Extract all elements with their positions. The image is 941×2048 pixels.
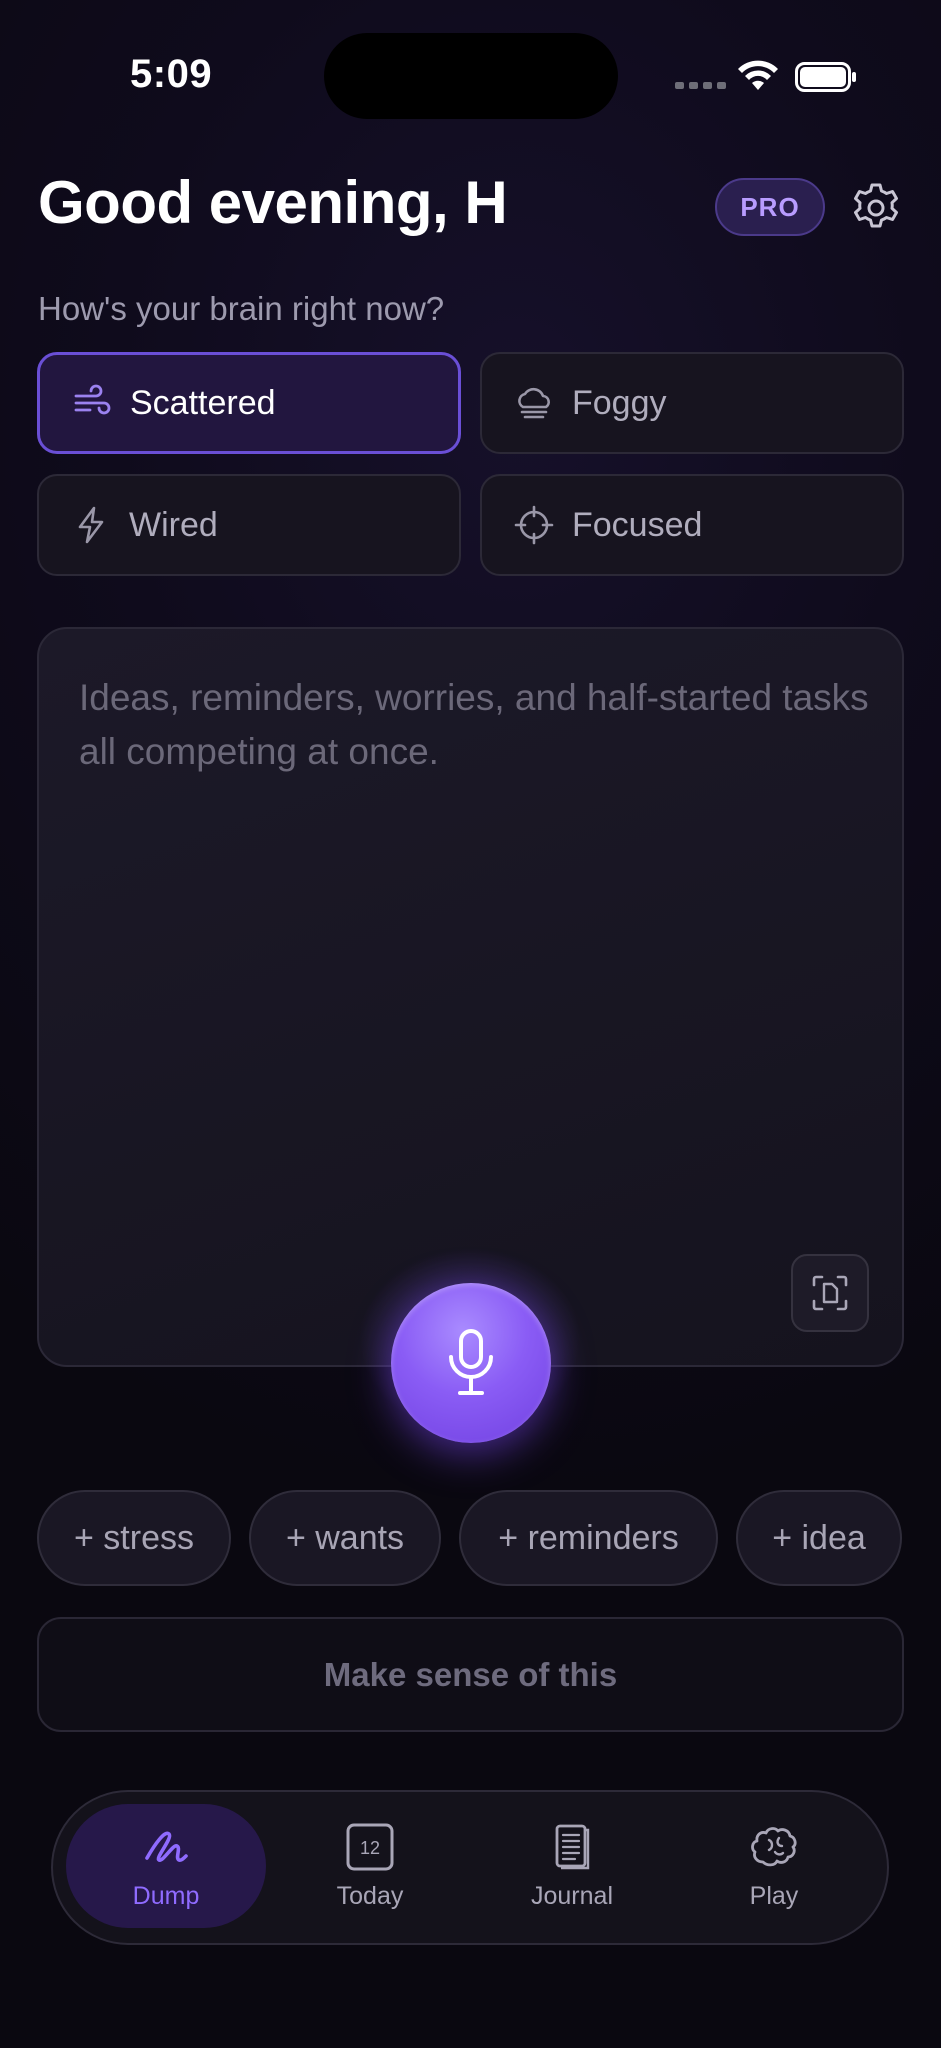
cloud-fog-icon <box>518 387 550 419</box>
chip-wants[interactable]: + wants <box>249 1490 441 1586</box>
greeting-title: Good evening, H <box>38 169 508 236</box>
mood-label: Focused <box>572 505 703 544</box>
tab-play[interactable]: Play <box>674 1804 874 1928</box>
dynamic-island <box>324 33 618 119</box>
tab-label: Play <box>749 1881 799 1910</box>
mood-option-foggy[interactable]: Foggy <box>480 352 904 454</box>
scan-document-button[interactable] <box>791 1254 869 1332</box>
mood-option-scattered[interactable]: Scattered <box>37 352 461 454</box>
battery-icon <box>795 62 856 92</box>
mood-option-focused[interactable]: Focused <box>480 474 904 576</box>
calendar-day: 12 <box>360 1838 380 1858</box>
wifi-icon <box>738 60 778 90</box>
tab-dump[interactable]: Dump <box>66 1804 266 1928</box>
calendar-icon: 12 <box>346 1823 394 1870</box>
tab-label: Journal <box>531 1881 613 1910</box>
make-sense-button[interactable]: Make sense of this <box>37 1617 904 1732</box>
cellular-signal-icon <box>675 82 726 89</box>
mood-label: Scattered <box>130 383 276 422</box>
microphone-icon <box>449 1329 493 1395</box>
mood-prompt: How's your brain right now? <box>38 290 445 327</box>
wind-icon <box>74 384 111 415</box>
crosshair-icon <box>514 505 554 545</box>
record-voice-button[interactable] <box>391 1283 551 1443</box>
notebook-icon <box>555 1824 590 1869</box>
scribble-icon <box>145 1831 188 1862</box>
gear-icon[interactable] <box>850 182 902 234</box>
chip-idea[interactable]: + idea <box>736 1490 902 1586</box>
tab-label: Dump <box>132 1881 200 1910</box>
chip-stress[interactable]: + stress <box>37 1490 231 1586</box>
status-time: 5:09 <box>130 52 213 96</box>
tab-journal[interactable]: Journal <box>472 1804 672 1928</box>
tab-bar: Dump 12 Today Journal Play <box>51 1790 889 1945</box>
chip-reminders[interactable]: + reminders <box>459 1490 718 1586</box>
mood-label: Wired <box>129 505 218 544</box>
tab-label: Today <box>336 1881 404 1910</box>
scan-document-icon <box>812 1275 848 1311</box>
mood-option-wired[interactable]: Wired <box>37 474 461 576</box>
lightning-icon <box>78 506 104 544</box>
tab-today[interactable]: 12 Today <box>270 1804 470 1928</box>
brain-dump-placeholder: Ideas, reminders, worries, and half-star… <box>79 677 869 772</box>
pro-badge[interactable]: PRO <box>715 178 825 236</box>
brain-icon <box>751 1826 797 1866</box>
mood-label: Foggy <box>572 383 667 422</box>
